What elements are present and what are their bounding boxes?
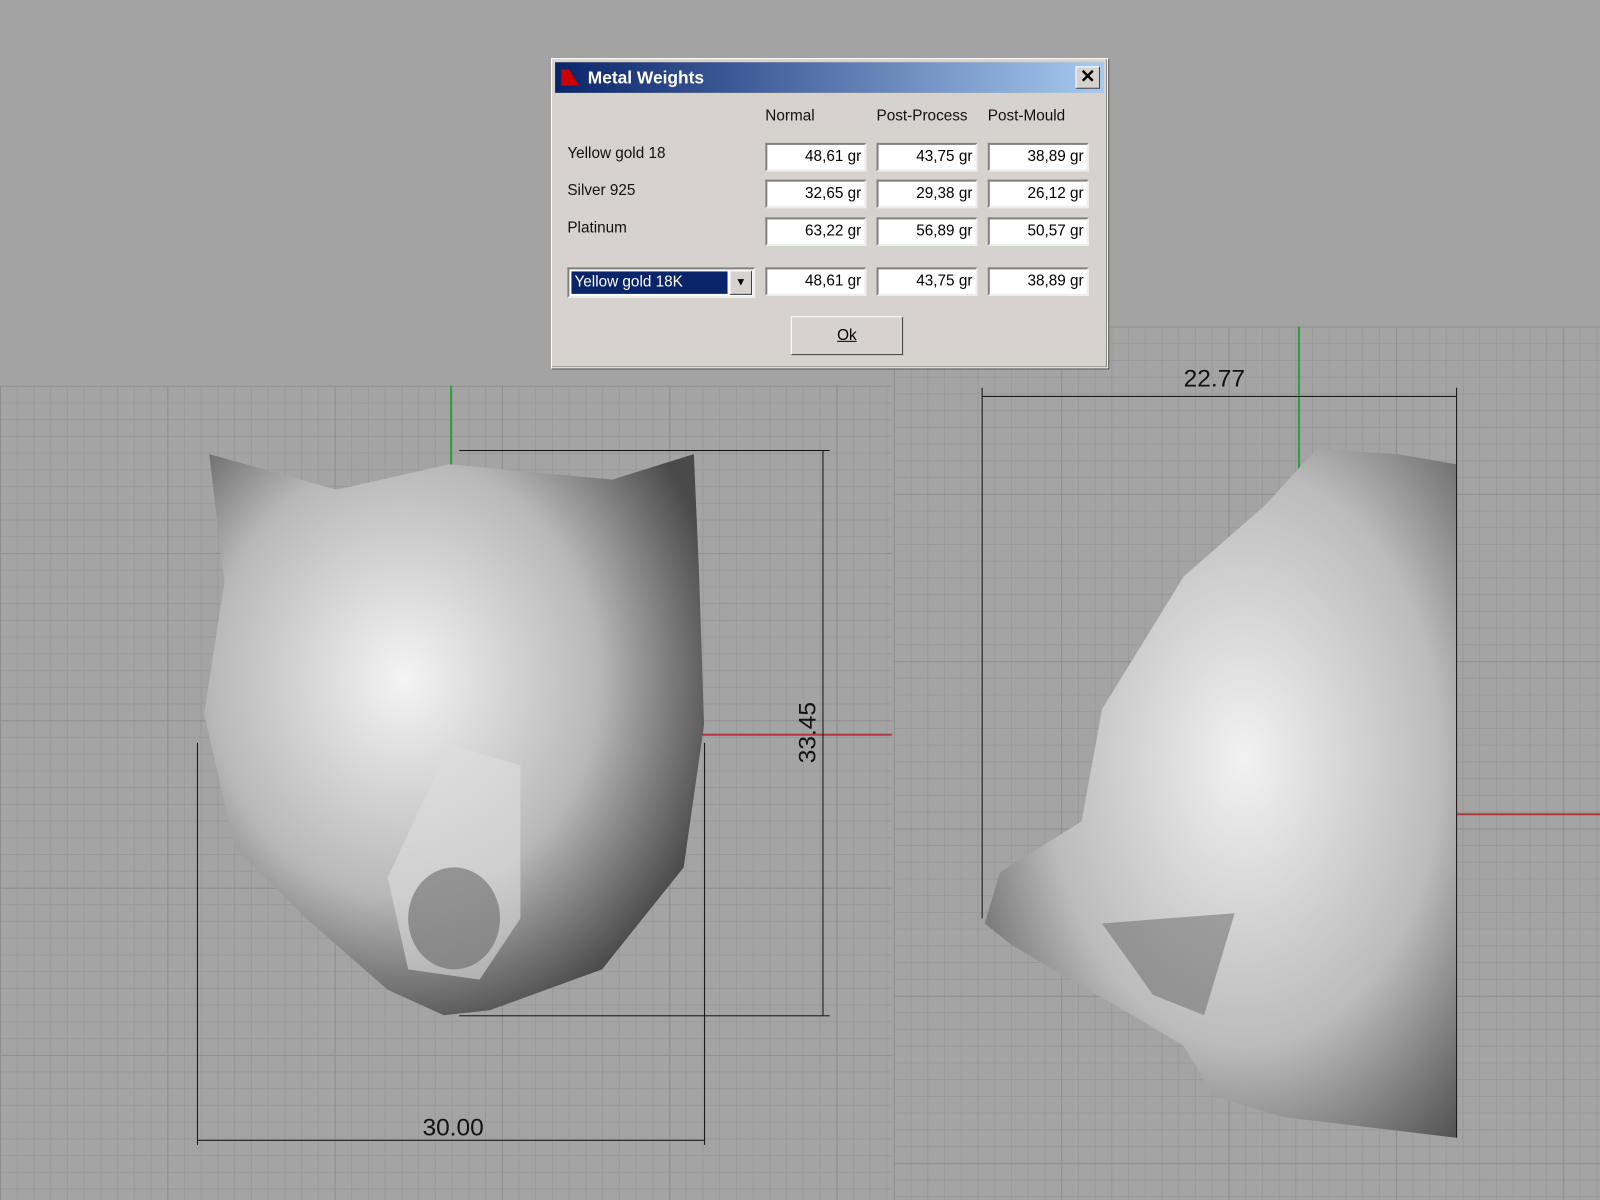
metal-select[interactable]: Yellow gold 18K ▼ (567, 267, 756, 298)
cad-workspace: 30.00 33.45 22.77 Metal Weights ✕ Normal… (0, 0, 1600, 1200)
row-label-platinum: Platinum (567, 219, 627, 237)
dimension-extension-line (459, 1015, 830, 1017)
weight-field[interactable]: 29,38 gr (876, 179, 978, 209)
selected-weight-normal[interactable]: 48,61 gr (765, 267, 867, 296)
column-header-post-mould: Post-Mould (987, 107, 1066, 125)
weight-field[interactable]: 50,57 gr (987, 217, 1089, 246)
weight-field[interactable]: 32,65 gr (765, 179, 867, 209)
dimension-extension-line (459, 449, 830, 452)
app-icon (561, 69, 580, 86)
dimension-extension-line (981, 387, 983, 919)
weight-field[interactable]: 43,75 gr (876, 142, 978, 172)
dialog-titlebar[interactable]: Metal Weights ✕ (555, 62, 1105, 93)
x-axis-side (1457, 813, 1600, 816)
dimension-line-height (822, 449, 824, 1016)
ok-button[interactable]: Ok (790, 316, 904, 356)
metal-select-value: Yellow gold 18K (571, 271, 728, 294)
dimension-front-height: 33.45 (793, 702, 822, 764)
dimension-extension-line (1456, 387, 1458, 1138)
column-header-normal: Normal (765, 107, 815, 125)
weight-field[interactable]: 48,61 gr (765, 142, 867, 172)
close-button[interactable]: ✕ (1075, 66, 1100, 89)
selected-weight-post-process[interactable]: 43,75 gr (876, 267, 978, 296)
dialog-title: Metal Weights (587, 68, 705, 88)
selected-weight-post-mould[interactable]: 38,89 gr (987, 267, 1089, 296)
row-label-silver: Silver 925 (567, 181, 636, 199)
dimension-extension-line (196, 742, 198, 1145)
metal-weights-dialog: Metal Weights ✕ Normal Post-Process Post… (551, 58, 1109, 369)
weight-field[interactable]: 26,12 gr (987, 179, 1089, 209)
column-header-post-process: Post-Process (876, 107, 968, 125)
weight-field[interactable]: 56,89 gr (876, 217, 978, 246)
dimension-line-side (981, 395, 1457, 397)
dimension-side-width: 22.77 (1183, 365, 1245, 393)
wolf-head-front-model (204, 454, 705, 1016)
weight-field[interactable]: 38,89 gr (987, 142, 1089, 172)
dimension-extension-line (704, 742, 706, 1145)
chevron-down-icon[interactable]: ▼ (729, 270, 753, 295)
wolf-head-side-model (984, 448, 1457, 1138)
row-label-yellow-gold: Yellow gold 18 (567, 144, 666, 163)
weight-field[interactable]: 63,22 gr (765, 217, 867, 246)
dimension-front-width: 30.00 (422, 1114, 484, 1142)
